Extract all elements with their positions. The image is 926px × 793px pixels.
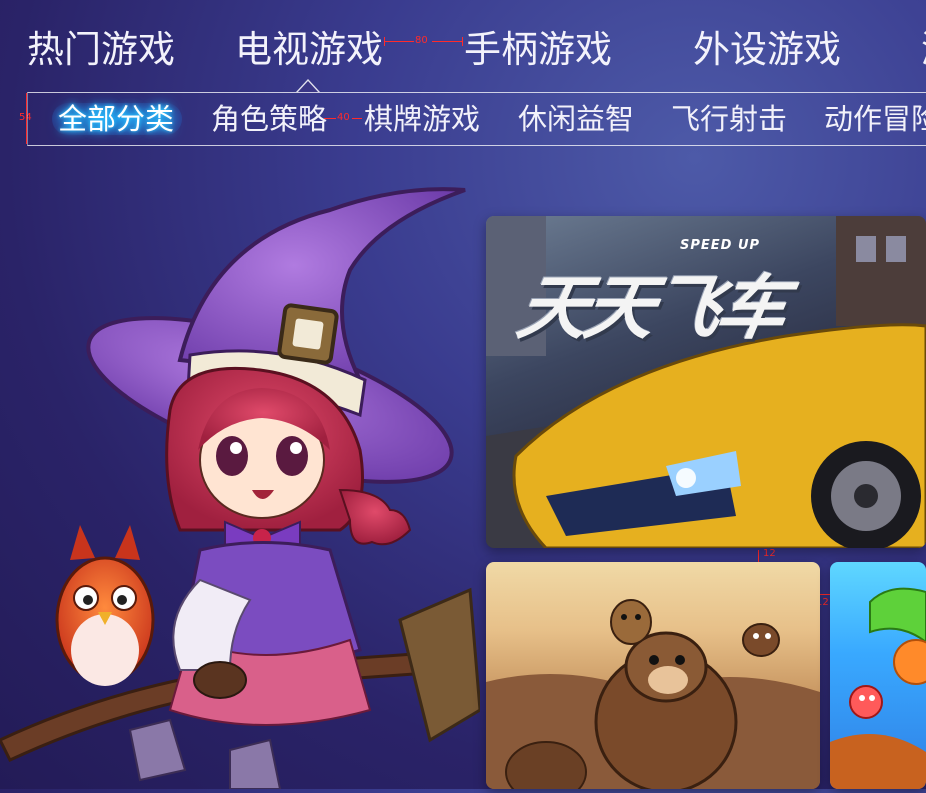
tab-gamepad-games[interactable]: 手柄游戏 (464, 26, 612, 74)
fruit-cartoon-image (830, 587, 926, 789)
subtab-role-strategy[interactable]: 角色策略 (211, 93, 327, 145)
annotation-line (432, 41, 462, 42)
subtab-board-card[interactable]: 棋牌游戏 (364, 93, 480, 145)
annotation-line (384, 41, 414, 42)
annotation-top-gap: 80 (415, 35, 428, 46)
active-tab-indicator-icon (296, 79, 320, 93)
game-card-fruit[interactable] (830, 562, 926, 789)
tab-peripheral-games[interactable]: 外设游戏 (693, 26, 841, 74)
speed-up-subtitle: SPEED UP (680, 238, 761, 253)
bear-cartoon-image (486, 599, 820, 789)
subtab-casual-puzzle[interactable]: 休闲益智 (518, 93, 634, 145)
top-category-nav: 热门游戏 电视游戏 手柄游戏 外设游戏 游 (0, 0, 926, 93)
game-logo-text: 天天飞车 (511, 267, 791, 349)
game-card-bears[interactable] (486, 562, 820, 789)
annotation-line (462, 37, 463, 46)
tab-overflow[interactable]: 游 (921, 26, 926, 74)
annotation-line (384, 37, 385, 46)
subtab-all[interactable]: 全部分类 (52, 93, 182, 145)
tab-hot-games[interactable]: 热门游戏 (27, 26, 175, 74)
tab-tv-games[interactable]: 电视游戏 (235, 26, 383, 74)
witch-girl-illustration (0, 150, 482, 790)
subtab-action-adventure[interactable]: 动作冒险 (824, 93, 926, 145)
subcategory-nav: 全部分类 角色策略 棋牌游戏 休闲益智 飞行射击 动作冒险 (27, 92, 926, 146)
annotation-card-gap-vertical: 12 (763, 548, 776, 559)
subtab-flight-shooting[interactable]: 飞行射击 (671, 93, 787, 145)
featured-game-card[interactable]: SPEED UP 天天飞车 (486, 216, 926, 548)
